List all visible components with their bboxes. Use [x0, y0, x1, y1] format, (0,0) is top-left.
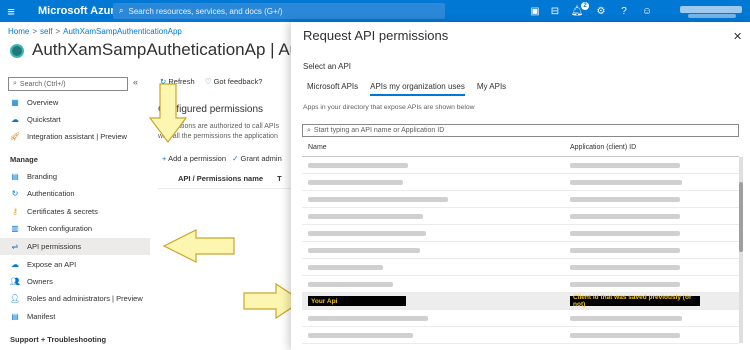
select-api-label: Select an API — [303, 62, 352, 71]
your-api-client-id: Client id that was saved previously (or … — [570, 294, 700, 308]
tab-microsoft-apis[interactable]: Microsoft APIs — [307, 82, 358, 96]
your-api-label: Your Api — [311, 297, 338, 305]
arrow-down-annotation — [148, 83, 188, 143]
your-api-name: Your Api — [308, 296, 406, 306]
table-row[interactable] — [302, 191, 739, 208]
api-search-placeholder: Start typing an API name or Application … — [313, 127, 445, 134]
table-row[interactable] — [302, 157, 739, 174]
api-search-input[interactable]: ⌕ Start typing an API name or Applicatio… — [302, 124, 739, 137]
col-application-id: Application (client) ID — [570, 144, 637, 151]
table-row[interactable] — [302, 327, 739, 344]
table-row[interactable] — [302, 208, 739, 225]
close-icon[interactable]: ✕ — [733, 30, 742, 43]
table-row-your-api[interactable]: Your Api Client id that was saved previo… — [302, 293, 739, 310]
panel-title: Request API permissions — [303, 28, 449, 43]
col-name: Name — [308, 144, 327, 151]
tab-apis-my-organization-uses[interactable]: APIs my organization uses — [370, 82, 465, 96]
table-row[interactable] — [302, 225, 739, 242]
tab-my-apis[interactable]: My APIs — [477, 82, 506, 96]
table-row[interactable] — [302, 259, 739, 276]
table-scrollbar-thumb[interactable] — [739, 182, 743, 252]
search-icon: ⌕ — [307, 126, 311, 134]
api-tabs: Microsoft APIs APIs my organization uses… — [307, 82, 518, 96]
request-api-permissions-panel: Request API permissions ✕ Select an API … — [291, 22, 750, 350]
apis-note: Apps in your directory that expose APIs … — [303, 104, 475, 111]
arrow-left-annotation — [162, 229, 235, 263]
table-row[interactable] — [302, 310, 739, 327]
table-row[interactable] — [302, 276, 739, 293]
table-row[interactable] — [302, 174, 739, 191]
client-id-label: Client id that was saved previously (or … — [573, 294, 692, 308]
table-row[interactable] — [302, 242, 739, 259]
